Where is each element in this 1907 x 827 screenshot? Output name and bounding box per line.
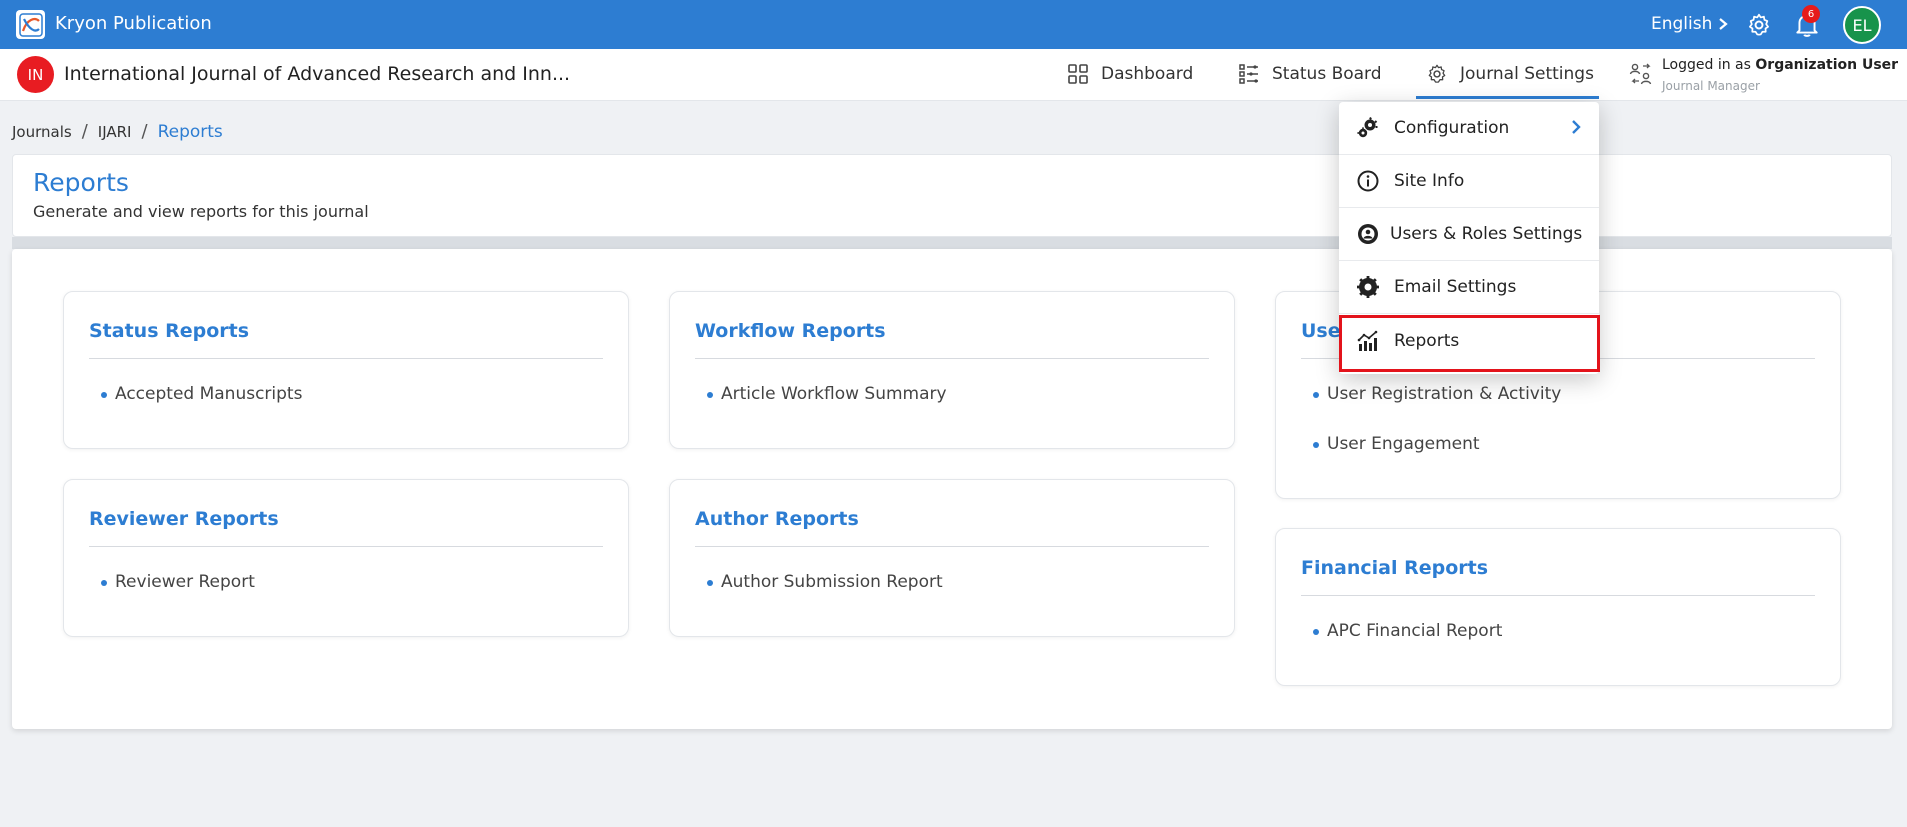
report-link[interactable]: User Registration & Activity — [1313, 384, 1561, 404]
language-selector[interactable]: English — [1651, 14, 1729, 34]
report-link[interactable]: Accepted Manuscripts — [101, 384, 302, 404]
card-title: Workflow Reports — [695, 320, 886, 342]
journal-badge: IN — [17, 56, 54, 93]
report-link[interactable]: Reviewer Report — [101, 572, 255, 592]
board-icon — [1239, 64, 1258, 84]
nav-dashboard[interactable]: Dashboard — [1067, 63, 1193, 85]
card-title: Reviewer Reports — [89, 508, 279, 530]
nav-status-board-label: Status Board — [1272, 64, 1382, 84]
menu-item-label: Configuration — [1394, 118, 1510, 138]
breadcrumb: Journals / IJARI / Reports — [12, 121, 223, 142]
app-title: Kryon Publication — [55, 13, 212, 34]
divider — [12, 237, 1892, 249]
card-title: Author Reports — [695, 508, 859, 530]
card-divider — [89, 358, 603, 359]
menu-item-label: Users & Roles Settings — [1390, 224, 1583, 244]
language-label: English — [1651, 14, 1713, 34]
nav-journal-settings[interactable]: Journal Settings — [1426, 63, 1594, 85]
logged-in-text: Logged in as Organization User — [1662, 57, 1898, 73]
workflow-reports-card: Workflow Reports Article Workflow Summar… — [669, 291, 1235, 449]
notification-badge: 6 — [1802, 5, 1820, 23]
app-logo-icon[interactable] — [16, 10, 45, 39]
logged-in-user: Organization User — [1755, 57, 1899, 73]
breadcrumb-ijari[interactable]: IJARI — [98, 123, 132, 141]
users-switch-icon — [1629, 63, 1652, 85]
gear-icon — [1356, 275, 1380, 299]
breadcrumb-current: Reports — [157, 121, 223, 142]
nav-dashboard-label: Dashboard — [1101, 64, 1194, 84]
status-reports-card: Status Reports Accepted Manuscripts — [63, 291, 629, 449]
journal-bar: IN International Journal of Advanced Res… — [0, 49, 1907, 101]
card-divider — [695, 358, 1209, 359]
menu-item-users-roles[interactable]: Users & Roles Settings — [1339, 208, 1599, 261]
info-icon — [1356, 169, 1380, 193]
report-list: Author Submission Report — [707, 572, 943, 622]
menu-item-site-info[interactable]: Site Info — [1339, 155, 1599, 208]
breadcrumb-separator: / — [141, 121, 148, 142]
reviewer-reports-card: Reviewer Reports Reviewer Report — [63, 479, 629, 637]
logged-in-prefix: Logged in as — [1662, 57, 1756, 73]
nav-journal-settings-label: Journal Settings — [1460, 64, 1594, 84]
chevron-right-icon — [1572, 120, 1581, 134]
user-role: Journal Manager — [1662, 79, 1760, 93]
report-link[interactable]: Author Submission Report — [707, 572, 943, 592]
menu-item-label: Site Info — [1394, 171, 1465, 191]
report-link[interactable]: Article Workflow Summary — [707, 384, 947, 404]
card-divider — [1301, 595, 1815, 596]
top-bar: Kryon Publication English 6 EL — [0, 0, 1907, 49]
menu-item-email-settings[interactable]: Email Settings — [1339, 261, 1599, 314]
financial-reports-card: Financial Reports APC Financial Report — [1275, 528, 1841, 686]
nav-active-indicator — [1416, 96, 1599, 99]
gears-icon — [1356, 116, 1380, 140]
highlight-box — [1339, 315, 1600, 372]
card-title: Financial Reports — [1301, 557, 1489, 579]
grid-icon — [1068, 64, 1088, 84]
chevron-right-icon — [1719, 18, 1729, 30]
gear-icon — [1428, 64, 1446, 83]
card-divider — [695, 546, 1209, 547]
gear-icon[interactable] — [1746, 12, 1772, 38]
page-title: Reports — [33, 168, 129, 197]
page-subtitle: Generate and view reports for this journ… — [33, 202, 369, 221]
author-reports-card: Author Reports Author Submission Report — [669, 479, 1235, 637]
report-list: Article Workflow Summary — [707, 384, 947, 434]
card-divider — [89, 546, 603, 547]
menu-item-configuration[interactable]: Configuration — [1339, 102, 1599, 155]
report-link[interactable]: User Engagement — [1313, 434, 1561, 454]
avatar[interactable]: EL — [1843, 6, 1881, 44]
journal-name[interactable]: International Journal of Advanced Resear… — [64, 63, 570, 85]
page-header: Reports Generate and view reports for th… — [12, 154, 1892, 237]
user-gear-icon — [1356, 222, 1380, 246]
breadcrumb-journals[interactable]: Journals — [12, 123, 72, 141]
reports-panel: Status Reports Accepted Manuscripts Work… — [12, 249, 1892, 729]
report-list: APC Financial Report — [1313, 621, 1502, 671]
menu-item-label: Email Settings — [1394, 277, 1517, 297]
nav-status-board[interactable]: Status Board — [1238, 63, 1382, 85]
breadcrumb-separator: / — [81, 121, 88, 142]
report-link[interactable]: APC Financial Report — [1313, 621, 1502, 641]
report-list: Reviewer Report — [101, 572, 255, 622]
report-list: User Registration & Activity User Engage… — [1313, 384, 1561, 484]
report-list: Accepted Manuscripts — [101, 384, 302, 434]
card-title: Use — [1301, 320, 1341, 342]
card-title: Status Reports — [89, 320, 250, 342]
